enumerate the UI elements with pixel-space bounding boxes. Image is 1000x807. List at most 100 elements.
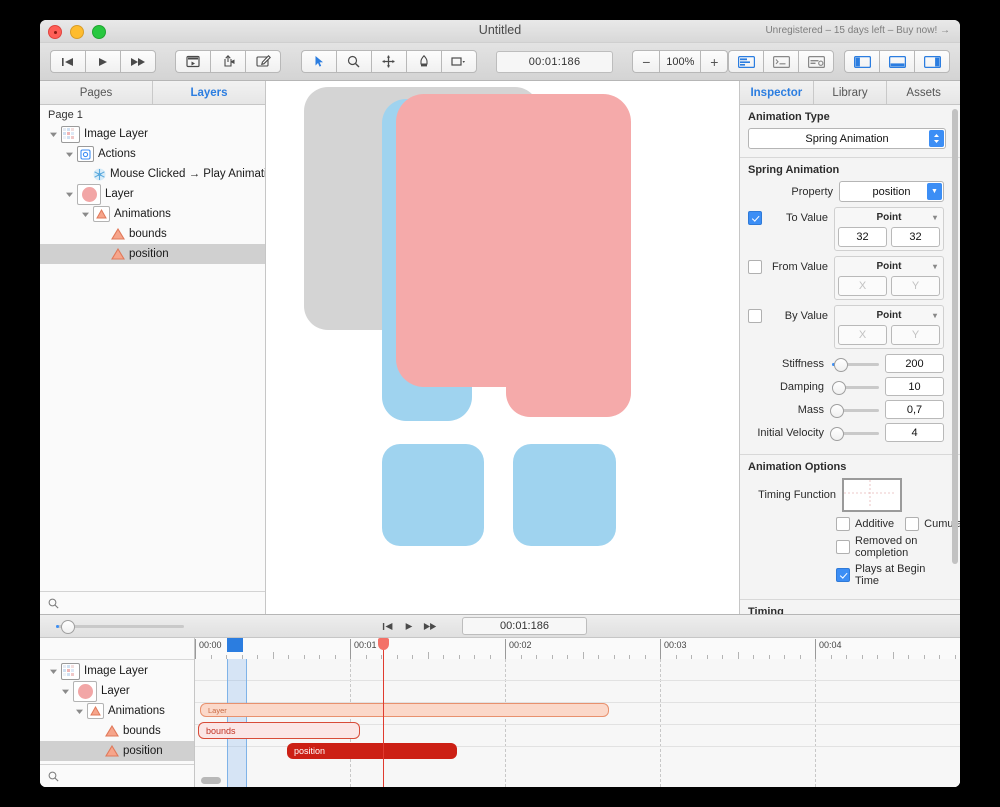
- position-bar[interactable]: position: [287, 743, 457, 759]
- timeline-playhead[interactable]: [378, 638, 389, 787]
- view-toggle-inspector[interactable]: [728, 50, 764, 73]
- tree-row-mouse-clicked-action[interactable]: Mouse Clicked → Play Animations: [40, 164, 265, 184]
- tree-row-bounds[interactable]: bounds: [40, 224, 265, 244]
- shape-tool[interactable]: [440, 50, 477, 73]
- rewind-to-start-button[interactable]: [50, 50, 85, 73]
- plays-at-begin-time-row: Plays at Begin Time: [836, 563, 944, 587]
- license-notice[interactable]: Unregistered – 15 days left – Buy now! →: [765, 25, 950, 36]
- chevron-down-icon[interactable]: ▼: [927, 183, 942, 200]
- inspector-scroll-area: Animation Type Spring Animation Spring A…: [740, 105, 960, 614]
- timeline-row-layer[interactable]: Layer: [40, 680, 194, 702]
- removed-on-completion-checkbox[interactable]: [836, 540, 850, 554]
- stiffness-slider[interactable]: [832, 357, 879, 372]
- stiffness-value[interactable]: 200: [885, 354, 944, 373]
- zoom-out-button[interactable]: −: [632, 50, 660, 73]
- blue-square-right[interactable]: [513, 444, 616, 546]
- timeline-start-marker[interactable]: [227, 638, 243, 652]
- tree-row-actions[interactable]: Actions: [40, 144, 265, 164]
- inspector-scrollbar[interactable]: [952, 109, 958, 564]
- pane-toggle-left[interactable]: [844, 50, 879, 73]
- by-value-type[interactable]: Point ▾: [838, 309, 940, 322]
- by-value-y-input[interactable]: Y: [891, 325, 940, 345]
- disclosure-triangle-icon[interactable]: [48, 129, 59, 140]
- to-value-y-input[interactable]: 32: [891, 227, 940, 247]
- export-video-icon[interactable]: [210, 50, 246, 73]
- damping-value[interactable]: 10: [885, 377, 944, 396]
- tab-layers[interactable]: Layers: [152, 81, 265, 104]
- disclosure-triangle-icon[interactable]: [74, 706, 85, 717]
- tree-row-animations[interactable]: Animations: [40, 204, 265, 224]
- disclosure-triangle-icon[interactable]: [80, 209, 91, 220]
- fast-forward-button[interactable]: [120, 50, 156, 73]
- stepper-icon[interactable]: [929, 130, 944, 147]
- from-value-y-input[interactable]: Y: [891, 276, 940, 296]
- blue-square-left[interactable]: [382, 444, 484, 546]
- initial-velocity-value[interactable]: 4: [885, 423, 944, 442]
- pane-toggle-right[interactable]: [914, 50, 950, 73]
- chevron-down-icon[interactable]: ▾: [933, 311, 937, 320]
- to-value-type[interactable]: Point ▾: [838, 211, 940, 224]
- animation-type-select[interactable]: Spring Animation: [748, 128, 946, 149]
- chevron-down-icon[interactable]: ▾: [933, 262, 937, 271]
- timeline-zoom-slider[interactable]: [56, 619, 184, 634]
- tree-row-layer[interactable]: Layer: [40, 183, 265, 205]
- edit-pencil-icon[interactable]: [245, 50, 282, 73]
- disclosure-triangle-icon[interactable]: [64, 149, 75, 160]
- play-button[interactable]: [85, 50, 120, 73]
- search-icon[interactable]: [48, 771, 59, 782]
- additive-checkbox[interactable]: [836, 517, 850, 531]
- plays-at-begin-time-checkbox[interactable]: [836, 568, 850, 582]
- cumulative-checkbox[interactable]: [905, 517, 920, 531]
- layer-group-bar[interactable]: Layer: [200, 703, 609, 717]
- property-select[interactable]: position ▼: [839, 181, 944, 202]
- by-value-x-input[interactable]: X: [838, 325, 887, 345]
- disclosure-triangle-icon[interactable]: [60, 686, 71, 697]
- tab-inspector[interactable]: Inspector: [740, 81, 813, 104]
- initial-velocity-slider[interactable]: [829, 426, 879, 441]
- search-icon[interactable]: [48, 598, 59, 609]
- timeline-play-button[interactable]: [404, 622, 414, 631]
- current-time-field[interactable]: 00:01:186: [496, 50, 613, 73]
- from-value-x-input[interactable]: X: [838, 276, 887, 296]
- timeline-time-field[interactable]: 00:01:186: [462, 617, 587, 635]
- timeline-horizontal-scrollbar[interactable]: [201, 777, 221, 784]
- timeline-row-bounds[interactable]: bounds: [40, 721, 194, 741]
- filmstrip-icon[interactable]: [175, 50, 211, 73]
- tree-row-image-layer[interactable]: Image Layer: [40, 124, 265, 144]
- from-value-type[interactable]: Point ▾: [838, 260, 940, 273]
- timeline-ruler[interactable]: 00:00 00:01 00:02 00:03 00:04: [195, 638, 960, 660]
- playhead-handle[interactable]: [378, 638, 389, 650]
- tab-library[interactable]: Library: [812, 81, 887, 104]
- mass-slider[interactable]: [829, 403, 879, 418]
- mass-value[interactable]: 0,7: [885, 400, 944, 419]
- zoom-level-value[interactable]: 100%: [659, 50, 702, 73]
- move-tool[interactable]: [370, 50, 406, 73]
- tree-row-position[interactable]: position: [40, 244, 265, 264]
- timeline-row-image-layer[interactable]: Image Layer: [40, 661, 194, 681]
- disclosure-triangle-icon[interactable]: [48, 666, 59, 677]
- bounds-bar[interactable]: bounds: [198, 722, 360, 739]
- view-toggle-console[interactable]: [763, 50, 799, 73]
- tab-assets[interactable]: Assets: [886, 81, 960, 104]
- view-toggle-settings[interactable]: [798, 50, 835, 73]
- timeline-rewind-button[interactable]: [382, 622, 395, 631]
- to-value-checkbox[interactable]: [748, 211, 762, 225]
- by-value-checkbox[interactable]: [748, 309, 762, 323]
- zoom-tool[interactable]: [335, 50, 371, 73]
- tab-pages[interactable]: Pages: [40, 81, 152, 104]
- timeline-row-position[interactable]: position: [40, 741, 194, 761]
- disclosure-triangle-icon[interactable]: [64, 189, 75, 200]
- damping-slider[interactable]: [832, 380, 879, 395]
- timing-function-curve[interactable]: [842, 478, 902, 512]
- canvas-area[interactable]: [266, 81, 739, 614]
- to-value-x-input[interactable]: 32: [838, 227, 887, 247]
- chevron-down-icon[interactable]: ▾: [933, 213, 937, 222]
- pen-tool[interactable]: [405, 50, 441, 73]
- from-value-checkbox[interactable]: [748, 260, 762, 274]
- zoom-in-button[interactable]: +: [701, 50, 729, 73]
- timeline-forward-button[interactable]: [423, 622, 438, 631]
- timeline-tracks-pane[interactable]: 00:00 00:01 00:02 00:03 00:04 Layer boun…: [195, 638, 960, 787]
- arrow-tool[interactable]: [300, 50, 336, 73]
- pane-toggle-bottom[interactable]: [879, 50, 914, 73]
- timeline-row-animations[interactable]: Animations: [40, 701, 194, 721]
